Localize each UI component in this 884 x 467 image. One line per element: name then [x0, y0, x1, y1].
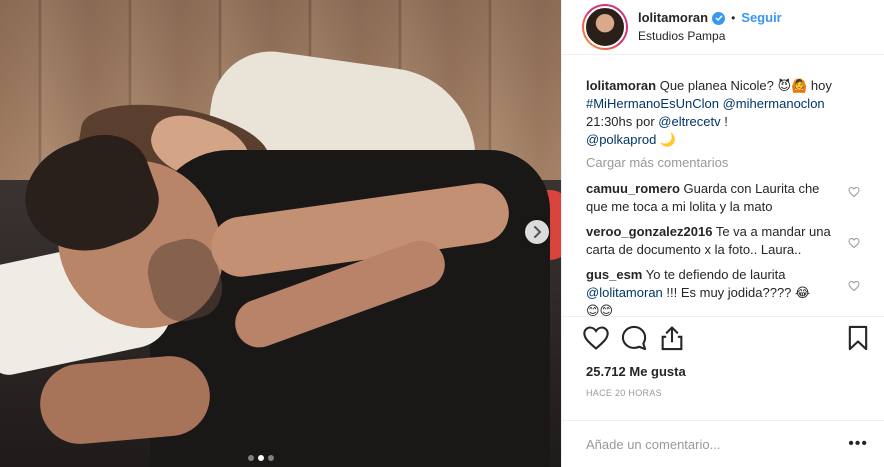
carousel-dot-active	[258, 455, 264, 461]
mention-link[interactable]: @mihermanoclon	[723, 96, 825, 111]
carousel-dots	[248, 455, 274, 461]
share-icon[interactable]	[658, 324, 686, 352]
carousel-dot	[248, 455, 254, 461]
location-link[interactable]: Estudios Pampa	[638, 27, 782, 45]
comment-emoji: 😊😊	[586, 303, 614, 316]
likes-count[interactable]: 25.712 Me gusta	[562, 358, 884, 386]
heart-icon[interactable]	[848, 237, 860, 249]
header-username[interactable]: lolitamoran	[638, 9, 708, 27]
bookmark-icon[interactable]	[844, 324, 872, 352]
action-bar	[562, 316, 884, 358]
follow-button[interactable]: Seguir	[741, 9, 781, 27]
more-options-button[interactable]: •••	[848, 435, 868, 453]
comment-username[interactable]: veroo_gonzalez2016	[586, 224, 712, 239]
post-caption: lolitamoran Que planea Nicole? 😈🙆 hoy #M…	[586, 77, 868, 149]
comment-item: veroo_gonzalez2016 Te va a mandar una ca…	[586, 223, 868, 259]
comment-username[interactable]: camuu_romero	[586, 181, 680, 196]
comments-list: lolitamoran Que planea Nicole? 😈🙆 hoy #M…	[562, 55, 884, 316]
caption-text: !	[720, 114, 728, 129]
comment-item: gus_esm Yo te defiendo de laurita @lolit…	[586, 266, 868, 316]
heart-icon[interactable]	[848, 186, 860, 198]
mention-link[interactable]: @eltrecetv	[658, 114, 720, 129]
chevron-right-icon	[534, 226, 541, 238]
post-sidebar: lolitamoran • Seguir Estudios Pampa loli…	[561, 0, 884, 467]
comment-text: Yo te defiendo de laurita	[645, 267, 786, 282]
comment-input[interactable]	[586, 436, 849, 452]
comment-item: camuu_romero Guarda con Laurita che que …	[586, 180, 868, 216]
avatar[interactable]	[582, 4, 628, 50]
verified-badge-icon	[712, 11, 726, 25]
instagram-post: lolitamoran • Seguir Estudios Pampa loli…	[0, 0, 884, 467]
caption-emoji: 😈🙆	[777, 78, 808, 93]
hashtag-link[interactable]: #MiHermanoEsUnClon	[586, 96, 719, 111]
post-header: lolitamoran • Seguir Estudios Pampa	[562, 0, 884, 55]
comment-text: !!! Es muy jodida???? 😂	[662, 285, 811, 300]
comment-icon[interactable]	[620, 324, 648, 352]
post-timestamp[interactable]: HACE 20 HORAS	[562, 386, 884, 408]
caption-username[interactable]: lolitamoran	[586, 78, 656, 93]
add-comment-bar: •••	[562, 420, 884, 467]
caption-emoji: 🌙	[659, 132, 677, 147]
carousel-dot	[268, 455, 274, 461]
caption-text: 21:30hs por	[586, 114, 659, 129]
caption-text: hoy	[807, 78, 832, 93]
comment-username[interactable]: gus_esm	[586, 267, 642, 282]
mention-link[interactable]: @lolitamoran	[586, 285, 663, 300]
mention-link[interactable]: @polkaprod	[586, 132, 656, 147]
heart-icon[interactable]	[848, 280, 860, 292]
header-separator: •	[731, 11, 736, 25]
caption-text: Que planea Nicole?	[659, 78, 778, 93]
post-photo[interactable]	[0, 0, 561, 467]
heart-icon[interactable]	[582, 324, 610, 352]
carousel-next-button[interactable]	[525, 220, 549, 244]
load-more-comments-button[interactable]: Cargar más comentarios	[586, 154, 868, 172]
